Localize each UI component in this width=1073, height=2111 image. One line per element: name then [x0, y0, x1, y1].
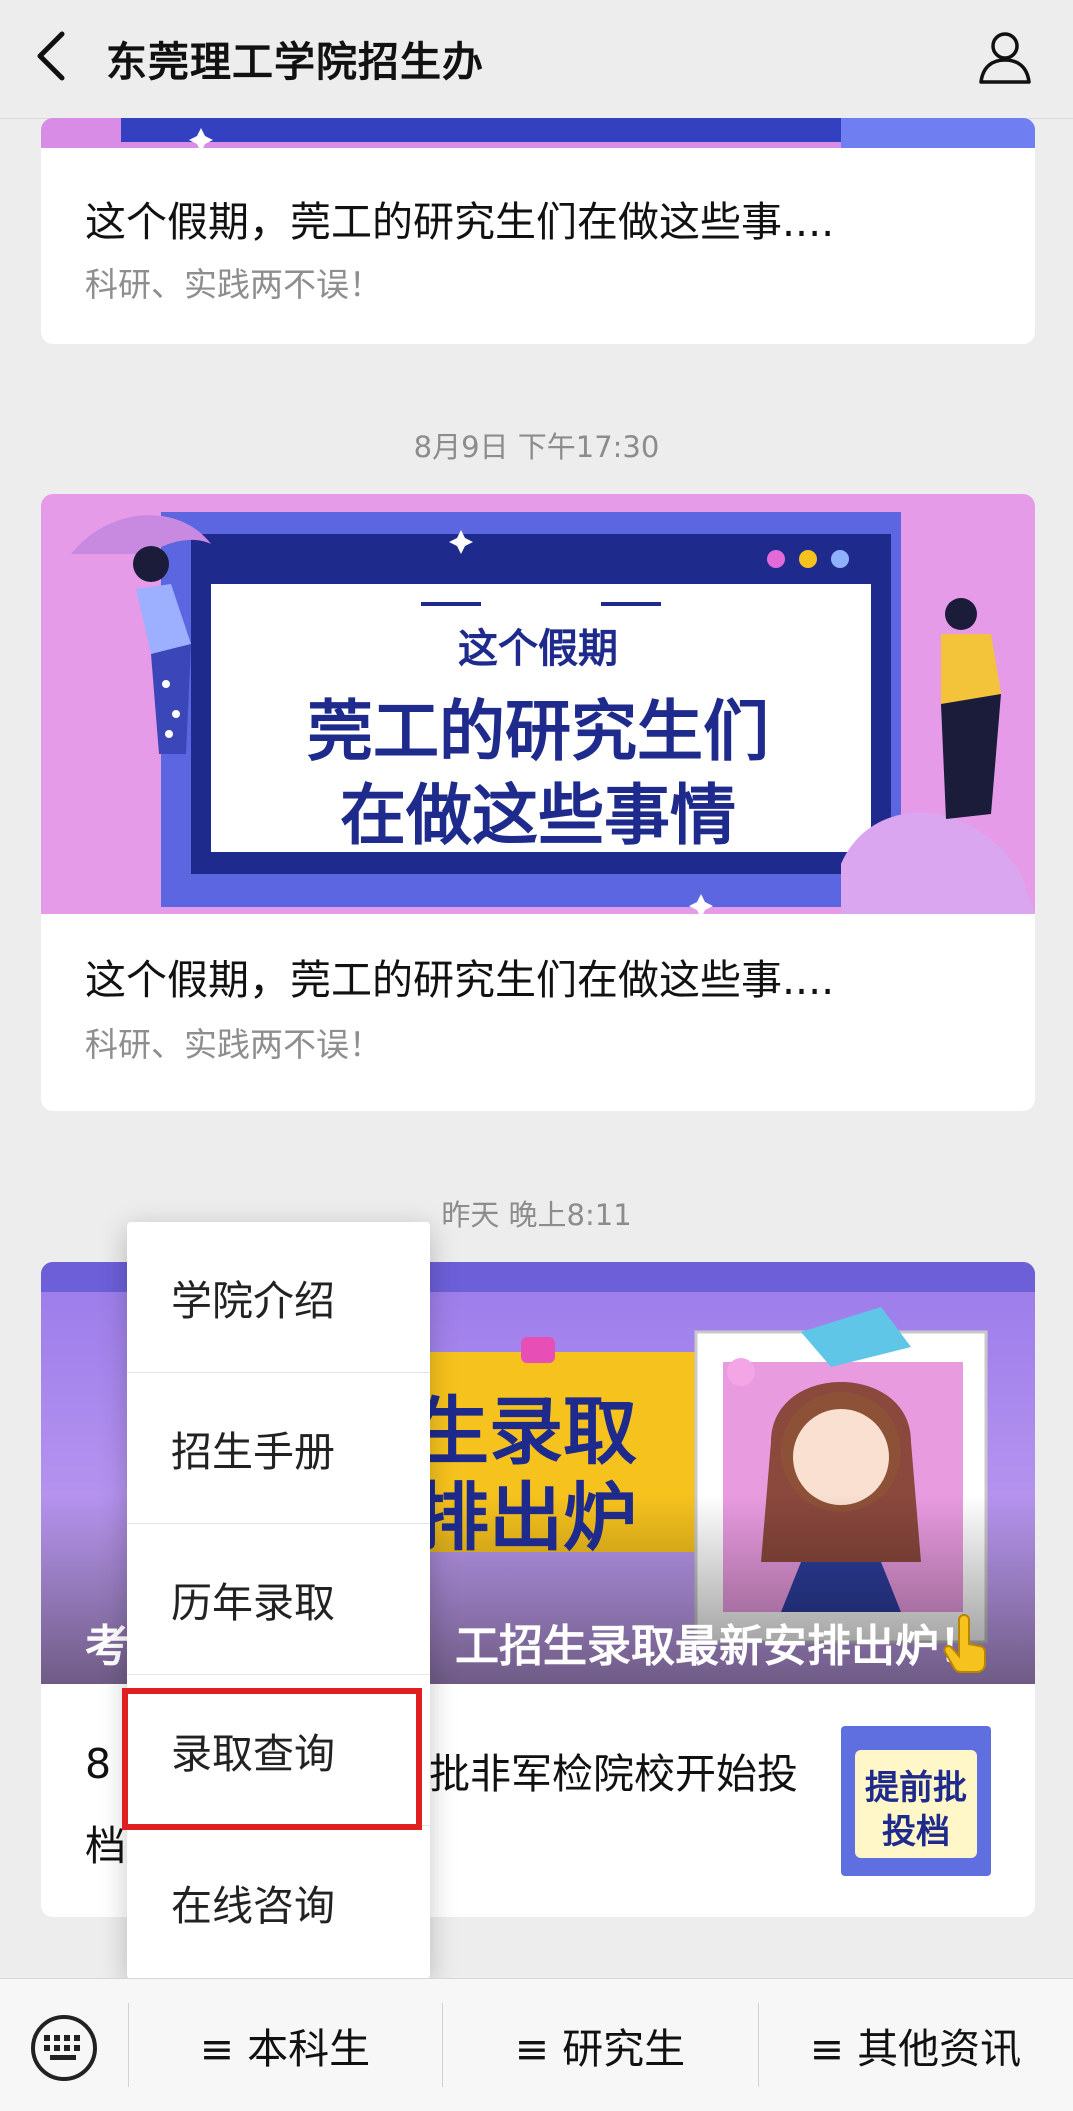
article-banner-image	[41, 118, 1035, 152]
bottom-menu-bar: ≡ 本科生 ≡ 研究生 ≡ 其他资讯	[0, 1978, 1073, 2111]
menu-item-past-admissions[interactable]: 历年录取	[127, 1524, 430, 1675]
menu-item-online-consult[interactable]: 在线咨询	[127, 1826, 430, 1977]
hand-pointer-icon	[943, 1614, 986, 1674]
back-arrow-icon[interactable]	[28, 26, 78, 86]
article-subtitle: 科研、实践两不误！	[85, 265, 382, 304]
article-thumbnail: 提前批 投档	[841, 1726, 991, 1876]
page-title: 东莞理工学院招生办	[106, 38, 484, 86]
thumbnail-line1: 提前批	[865, 1768, 967, 1808]
article-sub-left2: 档	[85, 1822, 126, 1870]
submenu-popup: 学院介绍 招生手册 历年录取 录取查询 在线咨询	[127, 1222, 430, 1979]
article-sub-right: 批非军检院校开始投	[429, 1750, 798, 1798]
article-title: 这个假期，莞工的研究生们在做这些事....	[85, 956, 835, 1004]
menu-item-college-intro[interactable]: 学院介绍	[127, 1222, 430, 1373]
tab-graduate[interactable]: ≡ 研究生	[442, 1979, 758, 2111]
article-title: 这个假期，莞工的研究生们在做这些事....	[85, 198, 835, 246]
article-sub-left1: 8	[85, 1740, 112, 1788]
menu-item-admission-handbook[interactable]: 招生手册	[127, 1373, 430, 1524]
timestamp: 8月9日 下午17:30	[413, 430, 660, 464]
article-overlay-title-left: 考	[85, 1621, 129, 1672]
article-subtitle: 科研、实践两不误！	[85, 1025, 382, 1064]
banner-text-line2: 莞工的研究生们	[307, 693, 769, 770]
tab-undergraduate[interactable]: ≡ 本科生	[128, 1979, 442, 2111]
app-header: 东莞理工学院招生办	[0, 0, 1073, 119]
keyboard-icon[interactable]	[26, 2015, 102, 2081]
thumbnail-line2: 投档	[882, 1812, 950, 1852]
article-overlay-title-right: 工招生录取最新安排出炉！	[455, 1621, 983, 1672]
banner-text-line1: 这个假期	[458, 626, 618, 672]
highlight-box	[122, 1688, 422, 1830]
banner-text-line3: 在做这些事情	[340, 777, 736, 854]
profile-icon[interactable]	[975, 28, 1035, 88]
article-card[interactable]: 这个假期，莞工的研究生们在做这些事.... 科研、实践两不误！	[41, 118, 1035, 344]
tab-other-info[interactable]: ≡ 其他资讯	[758, 1979, 1073, 2111]
article-card[interactable]: 这个假期 莞工的研究生们 在做这些事情 这个假期，莞工的研究生们在做这些事...…	[41, 494, 1035, 1111]
